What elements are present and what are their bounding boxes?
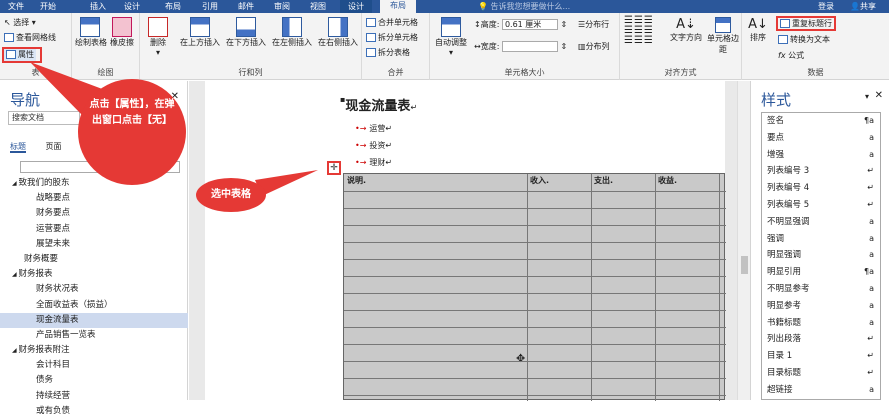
- select-table-callout: 选中表格: [196, 178, 266, 212]
- callout-pointers: [30, 62, 318, 196]
- nav-tree-item[interactable]: 或有负债: [0, 404, 188, 419]
- properties-callout: 点击【属性】，在弹出窗口点击【无】: [78, 79, 186, 185]
- nav-tree-label: 或有负债: [36, 405, 71, 416]
